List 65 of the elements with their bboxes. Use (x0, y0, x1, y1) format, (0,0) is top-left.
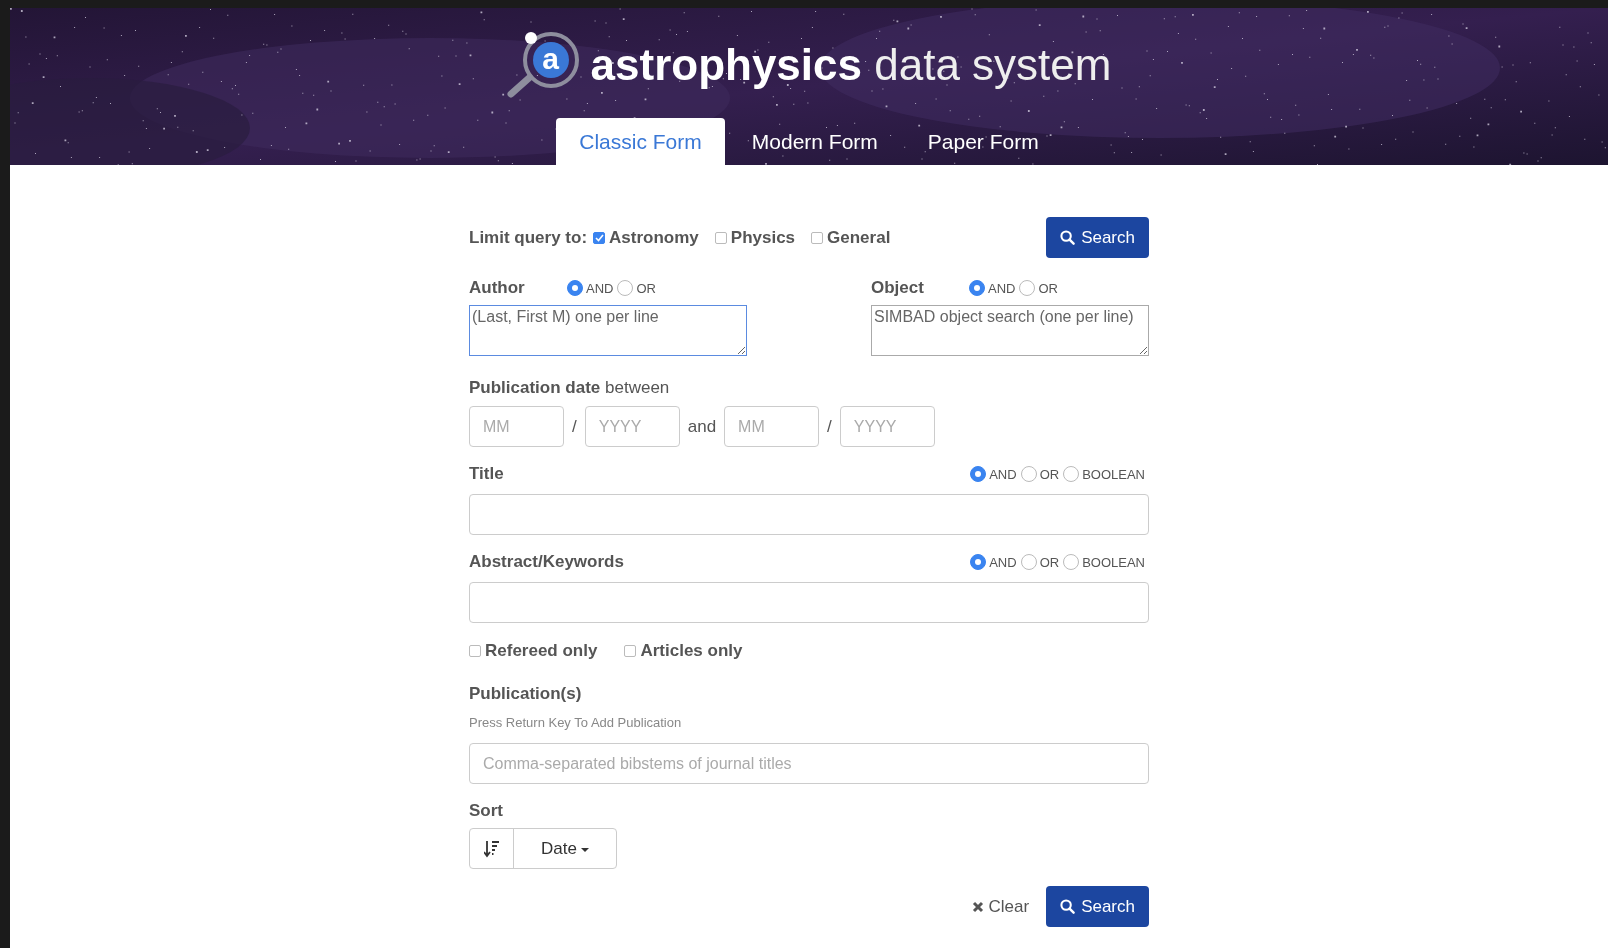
radio-label: OR (636, 280, 656, 296)
hint-text: Press Return Key To Add Publication (469, 715, 683, 730)
checkbox-label: Refereed only (485, 641, 598, 661)
checkbox-label: Astronomy (609, 227, 699, 248)
radio-button[interactable] (1019, 280, 1036, 296)
checkbox[interactable] (624, 645, 637, 657)
radio-button[interactable] (1063, 554, 1080, 570)
form-tab[interactable]: Paper Form (904, 118, 1062, 165)
search-button[interactable]: Search (1046, 886, 1149, 927)
date-field[interactable]: YYYY (584, 406, 680, 447)
radio-button[interactable] (970, 554, 987, 570)
form-tab[interactable]: Modern Form (728, 118, 901, 165)
radio-button[interactable] (1020, 466, 1037, 482)
radio-button[interactable] (970, 466, 987, 482)
caret-icon (580, 848, 589, 852)
clear-link[interactable]: Clear (971, 896, 1030, 917)
checkbox-label: Articles only (640, 641, 743, 661)
date-field[interactable]: MM (724, 406, 820, 447)
separator-text: / (572, 416, 577, 437)
separator-text: and (687, 416, 717, 437)
radio-label: BOOLEAN (1082, 466, 1145, 482)
radio-button[interactable] (567, 280, 583, 296)
date-field[interactable]: MM (469, 406, 564, 447)
radio-label: AND (989, 466, 1017, 482)
radio-button[interactable] (1020, 554, 1037, 570)
radio-button[interactable] (969, 280, 985, 296)
field-label: Sort (469, 801, 504, 821)
radio-label: OR (1039, 466, 1060, 482)
search-icon (1060, 230, 1076, 245)
radio-button[interactable] (1063, 466, 1080, 482)
field-label: Publication(s) (469, 684, 583, 704)
radio-label: OR (1039, 554, 1060, 570)
object-field[interactable]: SIMBAD object search (one per line) (871, 305, 1149, 356)
field-label: Publication date between (469, 378, 671, 398)
title-field[interactable] (469, 494, 1149, 535)
checkbox-label: Physics (730, 227, 796, 248)
limit-label: Limit query to: (469, 227, 588, 248)
checkbox[interactable] (469, 645, 481, 657)
radio-label: BOOLEAN (1082, 554, 1145, 570)
sort-icon (483, 839, 500, 858)
field-label: Object (871, 278, 925, 298)
radio-label: OR (1038, 280, 1058, 296)
search-button[interactable]: Search (1046, 217, 1149, 258)
field-label: Abstract/Keywords (469, 552, 624, 572)
field-label: Author (469, 278, 526, 298)
publication-field[interactable]: Comma-separated bibstems of journal titles (469, 743, 1149, 784)
form-tab[interactable]: Classic Form (556, 118, 725, 165)
checkbox-label: General (827, 227, 891, 248)
date-field[interactable]: YYYY (839, 406, 935, 447)
abstract-field[interactable] (469, 582, 1149, 623)
author-field[interactable]: (Last, First M) one per line (469, 305, 747, 356)
search-icon (1060, 899, 1076, 914)
sort-dropdown[interactable]: Date (514, 829, 616, 868)
magnifier-icon (506, 30, 579, 100)
radio-label: AND (988, 280, 1016, 296)
close-icon (971, 900, 984, 913)
radio-label: AND (586, 280, 614, 296)
checkbox[interactable] (811, 231, 824, 244)
radio-label: AND (989, 554, 1017, 570)
checkbox[interactable] (714, 231, 727, 244)
checkbox[interactable] (593, 231, 606, 244)
field-label: Title (469, 464, 504, 484)
radio-button[interactable] (617, 280, 634, 296)
site-title: astrophysics data system (590, 40, 1112, 90)
separator-text: / (827, 416, 832, 437)
